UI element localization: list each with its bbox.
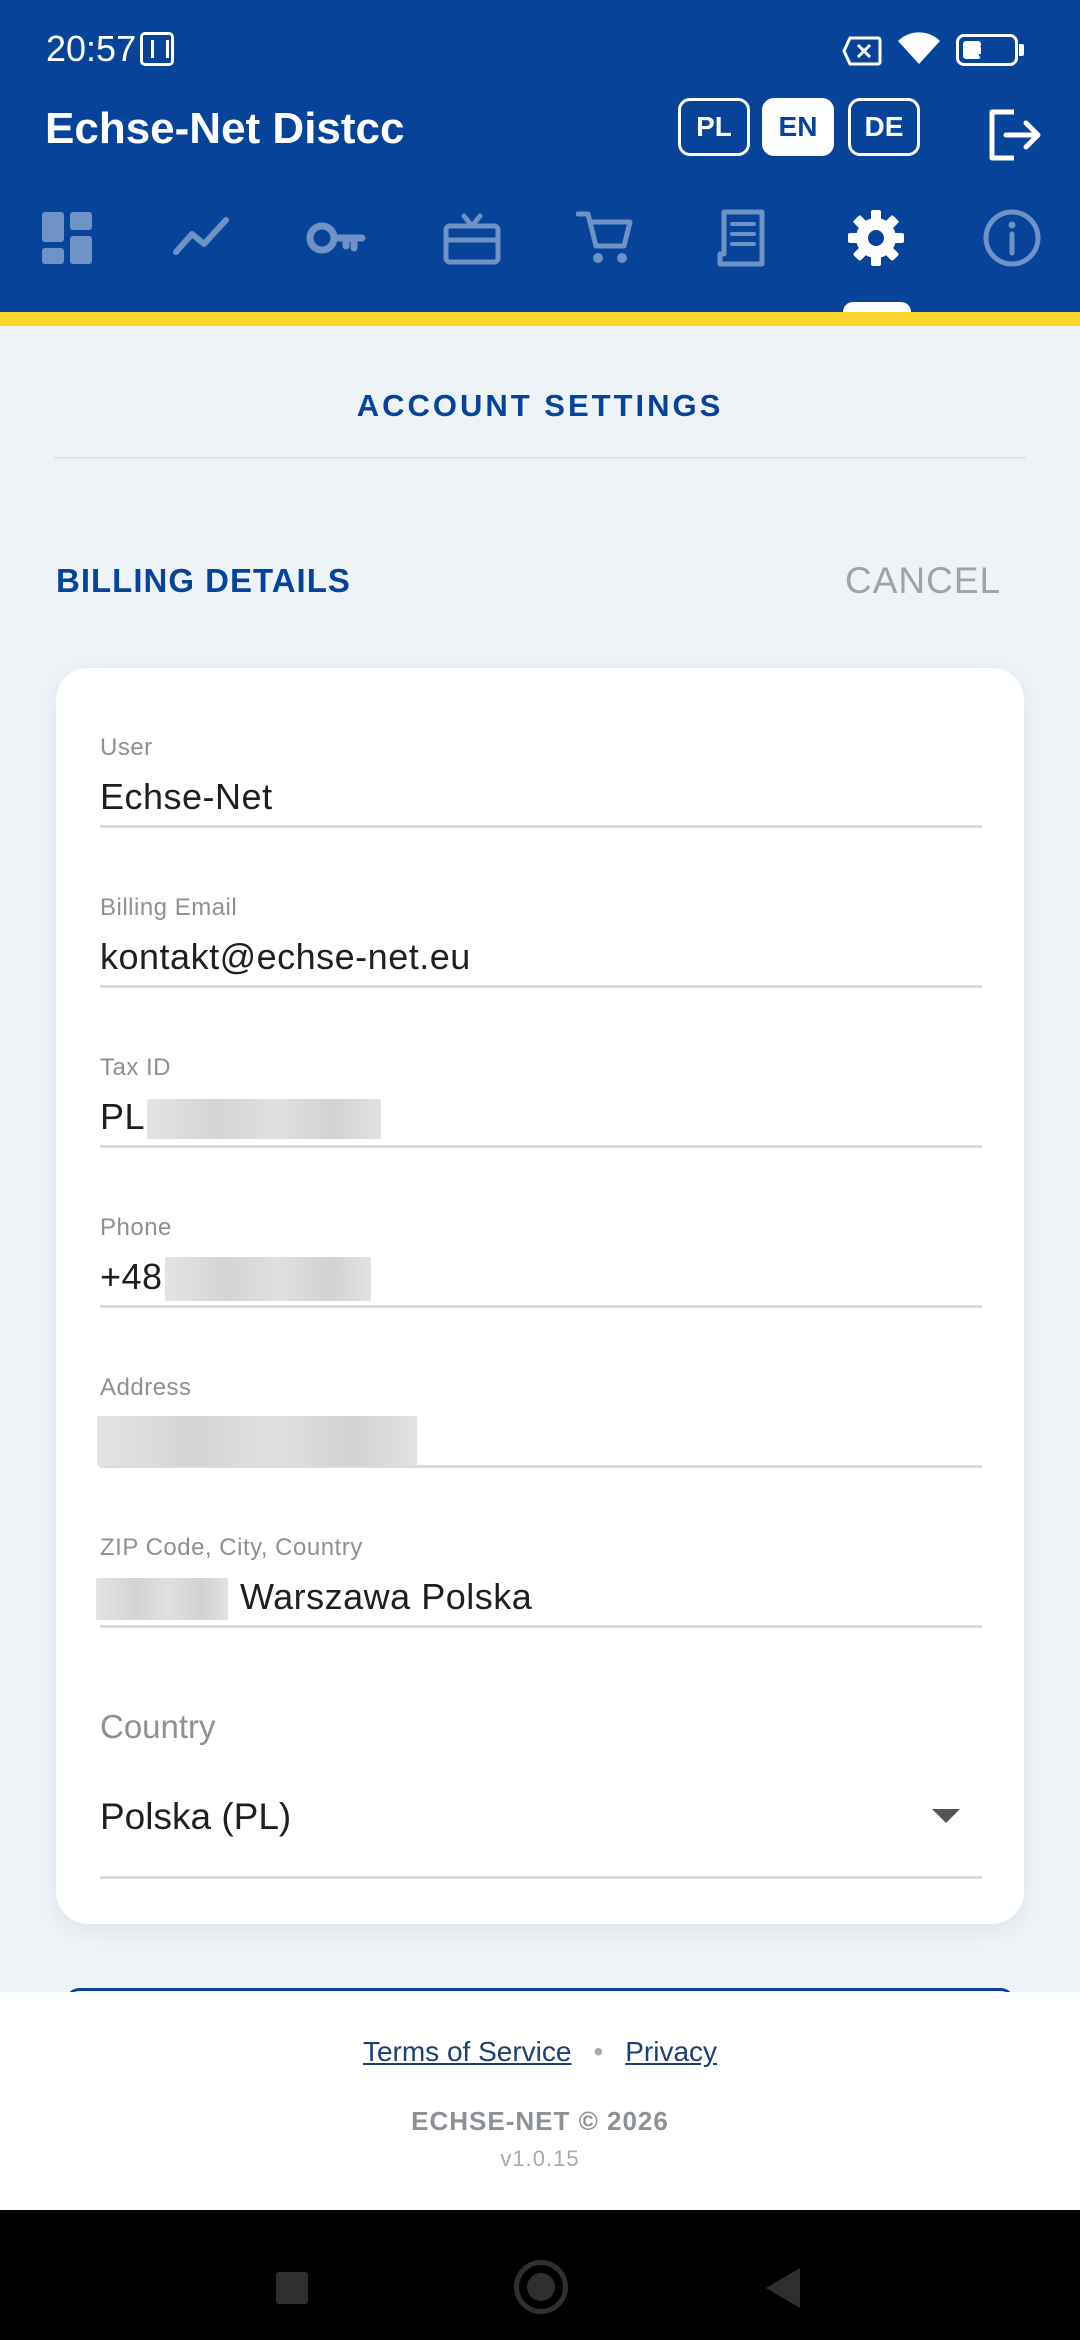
gift-card-icon[interactable]: [442, 208, 502, 268]
receipt-icon[interactable]: [712, 208, 772, 268]
cancel-button[interactable]: CANCEL: [845, 560, 1001, 602]
redacted-block: [147, 1099, 382, 1140]
page-title: ACCOUNT SETTINGS: [356, 388, 724, 423]
footer-separator: •: [593, 2036, 604, 2067]
gear-icon[interactable]: [846, 208, 906, 268]
language-en-button[interactable]: EN: [762, 98, 834, 156]
app-title: Echse-Net Distcc: [45, 104, 405, 153]
back-icon[interactable]: [766, 2268, 800, 2308]
phone-value: +48: [100, 1256, 371, 1302]
address-field[interactable]: Address: [97, 1308, 982, 1468]
billing-email-label: Billing Email: [100, 894, 238, 921]
redacted-block: [97, 1416, 417, 1466]
chevron-down-icon[interactable]: [932, 1809, 960, 1823]
language-pl-button[interactable]: PL: [678, 98, 750, 156]
logout-icon[interactable]: [984, 104, 1044, 164]
footer: Terms of Service • Privacy ECHSE-NET © 202…: [0, 1992, 1080, 2210]
user-value: Echse-Net: [100, 776, 273, 817]
tax-id-value: PL: [100, 1096, 382, 1140]
tax-id-label: Tax ID: [100, 1054, 172, 1081]
address-label: Address: [100, 1374, 192, 1401]
cart-icon[interactable]: [576, 208, 636, 268]
recents-icon[interactable]: [276, 2272, 308, 2304]
country-label: Country: [100, 1708, 216, 1745]
dashboard-icon[interactable]: [38, 208, 98, 268]
app-version: v1.0.15: [500, 2146, 580, 2171]
tax-id-field[interactable]: Tax ID PL: [100, 988, 982, 1148]
country-underline: [100, 1876, 982, 1879]
accent-bar: [0, 312, 1080, 326]
copyright: ECHSE-NET © 2026: [411, 2106, 669, 2136]
section-title: BILLING DETAILS: [56, 562, 351, 599]
system-nav-bar: [0, 2210, 1080, 2340]
zip-city-country-value: Warszawa Polska: [96, 1576, 533, 1621]
phone-label: Phone: [100, 1214, 172, 1241]
billing-email-field[interactable]: Billing Email kontakt@echse-net.eu: [100, 828, 982, 988]
app-header: 20:57 34 Echse-Net Distcc PL EN DE: [0, 0, 1080, 316]
chart-icon[interactable]: [172, 208, 232, 268]
phone-prefix: +48: [100, 1256, 163, 1297]
billing-email-value: kontakt@echse-net.eu: [100, 936, 471, 977]
no-sim-icon: [842, 36, 882, 66]
battery-level: 34: [978, 40, 1002, 63]
address-value: [97, 1416, 417, 1466]
redacted-block: [96, 1578, 228, 1621]
city-country-text: Warszawa Polska: [240, 1576, 533, 1617]
footer-links: Terms of Service • Privacy: [0, 2036, 1080, 2068]
redacted-block: [164, 1257, 371, 1302]
nfc-icon: [140, 32, 174, 66]
tax-id-prefix: PL: [100, 1096, 146, 1137]
phone-field[interactable]: Phone +48: [100, 1148, 982, 1308]
terms-link[interactable]: Terms of Service: [363, 2036, 572, 2067]
wifi-icon: [898, 32, 940, 64]
language-de-button[interactable]: DE: [848, 98, 920, 156]
key-icon[interactable]: [306, 208, 366, 268]
zip-city-country-label: ZIP Code, City, Country: [100, 1534, 363, 1561]
privacy-link[interactable]: Privacy: [625, 2036, 717, 2067]
home-icon[interactable]: [514, 2260, 568, 2314]
battery-icon: 34: [956, 34, 1026, 66]
user-label: User: [100, 734, 153, 761]
zip-city-country-field[interactable]: ZIP Code, City, Country Warszawa Polska: [96, 1468, 982, 1628]
status-time: 20:57: [46, 28, 137, 69]
country-select[interactable]: Polska (PL): [100, 1796, 291, 1838]
user-field[interactable]: User Echse-Net: [100, 668, 982, 828]
billing-form-card: User Echse-Net Billing Email kontakt@ech…: [56, 668, 1024, 1924]
status-bar: 20:57 34: [0, 0, 1080, 100]
divider: [54, 457, 1026, 459]
info-icon[interactable]: [982, 208, 1042, 268]
